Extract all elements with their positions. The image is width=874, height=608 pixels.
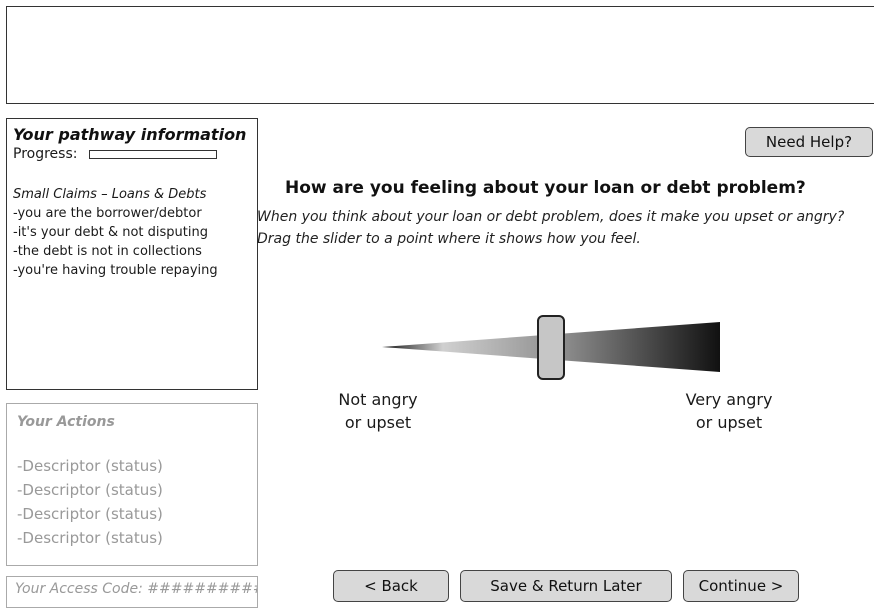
pathway-title: Your pathway information <box>13 125 247 144</box>
slider-handle[interactable] <box>537 315 565 380</box>
save-return-later-button[interactable]: Save & Return Later <box>460 570 672 602</box>
pathway-panel: Your pathway information Progress: Small… <box>6 118 258 390</box>
criteria-item: -the debt is not in collections <box>13 244 202 259</box>
criteria-list: -you are the borrower/debtor -it's your … <box>13 204 251 280</box>
progress-row: Progress: <box>13 145 251 163</box>
criteria-item: -you are the borrower/debtor <box>13 206 202 221</box>
header-banner <box>6 6 874 104</box>
criteria-item: -you're having trouble repaying <box>13 263 218 278</box>
actions-title: Your Actions <box>17 414 115 430</box>
anger-slider[interactable] <box>380 310 725 385</box>
access-code: Your Access Code: ########## <box>6 576 258 608</box>
slider-max-label: Very angry or upset <box>685 390 773 432</box>
actions-panel: Your Actions -Descriptor (status) -Descr… <box>6 403 258 566</box>
question-instructions: When you think about your loan or debt p… <box>257 209 845 247</box>
back-button[interactable]: < Back <box>333 570 449 602</box>
criteria-item: -it's your debt & not disputing <box>13 225 208 240</box>
progress-label: Progress: <box>13 146 78 162</box>
action-item[interactable]: -Descriptor (status) <box>17 502 247 526</box>
action-item[interactable]: -Descriptor (status) <box>17 454 247 478</box>
need-help-button[interactable]: Need Help? <box>745 127 873 157</box>
continue-button[interactable]: Continue > <box>683 570 799 602</box>
action-item[interactable]: -Descriptor (status) <box>17 478 247 502</box>
question-heading: How are you feeling about your loan or d… <box>285 178 806 198</box>
action-item[interactable]: -Descriptor (status) <box>17 526 247 550</box>
case-type: Small Claims – Loans & Debts <box>13 187 207 202</box>
progress-bar <box>89 149 218 159</box>
slider-min-label: Not angry or upset <box>338 390 418 432</box>
